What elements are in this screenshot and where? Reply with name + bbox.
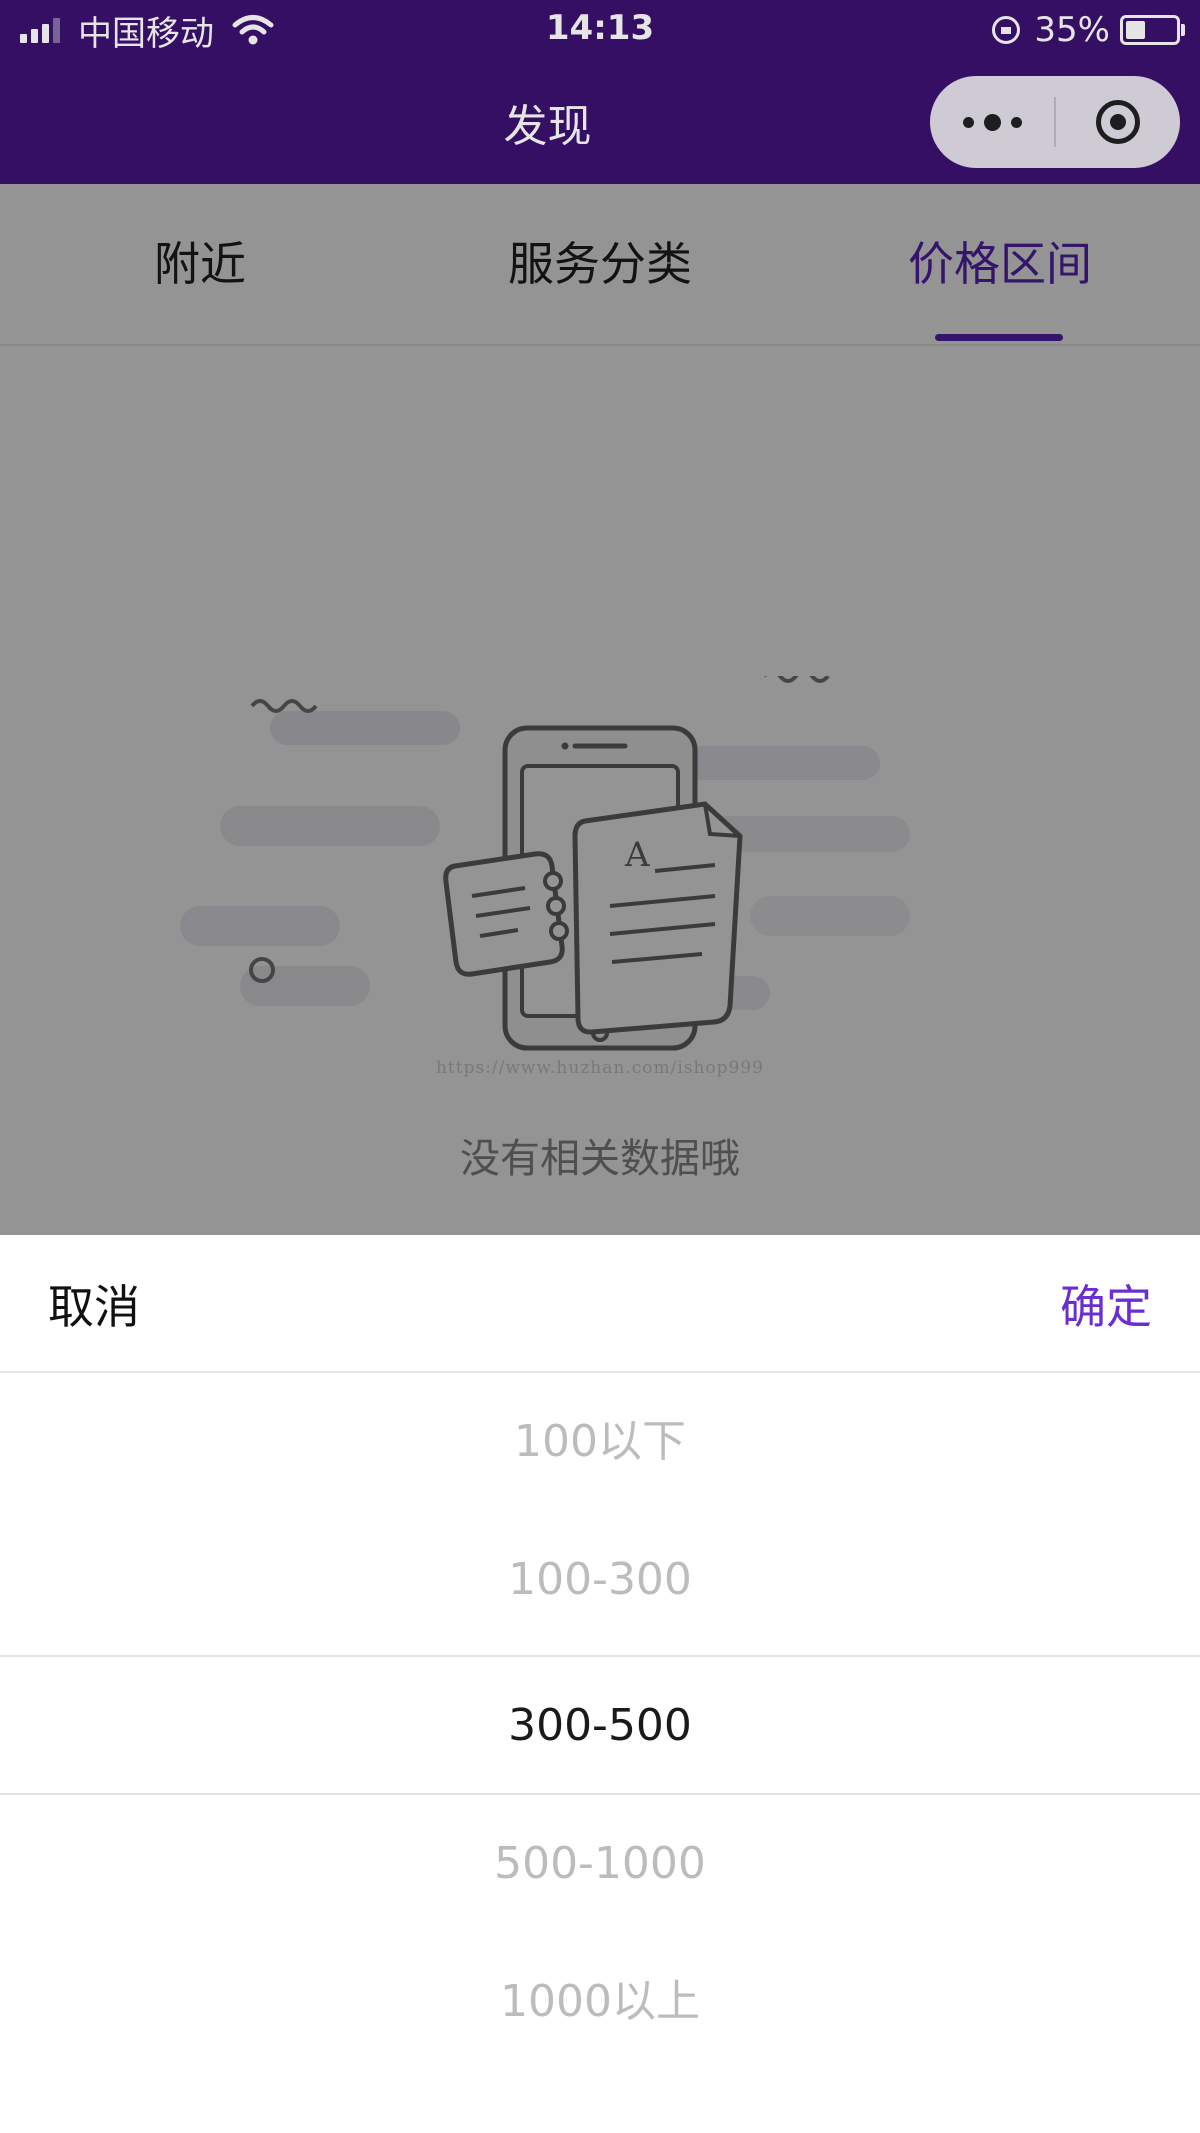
modal-mask[interactable] <box>0 184 1200 1235</box>
close-target-icon <box>1096 100 1140 144</box>
picker-option[interactable]: 100-300 <box>0 1511 1200 1649</box>
price-range-picker: 取消 确定 100以下 100-300 300-500 500-1000 100… <box>0 1235 1200 2133</box>
screen: 中国移动 14:13 35% 发现 附近 服务分类 价格区间 A https:/… <box>0 0 1200 2133</box>
status-bar: 中国移动 14:13 35% <box>0 0 1200 60</box>
wifi-icon <box>232 15 274 45</box>
mini-program-capsule <box>930 76 1180 168</box>
orientation-lock-icon <box>992 16 1021 44</box>
picker-option-selected[interactable]: 300-500 <box>0 1657 1200 1795</box>
close-button[interactable] <box>1056 76 1180 168</box>
cancel-button[interactable]: 取消 <box>48 1271 140 1337</box>
battery-icon <box>1120 15 1185 45</box>
confirm-button[interactable]: 确定 <box>1060 1271 1152 1337</box>
picker-toolbar: 取消 确定 <box>0 1235 1200 1373</box>
battery-percent: 35% <box>1034 10 1110 50</box>
picker-column[interactable]: 100以下 100-300 300-500 500-1000 1000以上 <box>0 1373 1200 2133</box>
more-icon <box>958 113 1027 131</box>
picker-option[interactable]: 1000以上 <box>0 1933 1200 2071</box>
carrier-label: 中国移动 <box>78 13 214 54</box>
battery-fill <box>1126 21 1145 39</box>
picker-option[interactable]: 100以下 <box>0 1373 1200 1511</box>
signal-icon <box>20 17 64 43</box>
navigation-bar: 发现 <box>0 60 1200 184</box>
more-button[interactable] <box>930 76 1054 168</box>
picker-option[interactable]: 500-1000 <box>0 1795 1200 1933</box>
